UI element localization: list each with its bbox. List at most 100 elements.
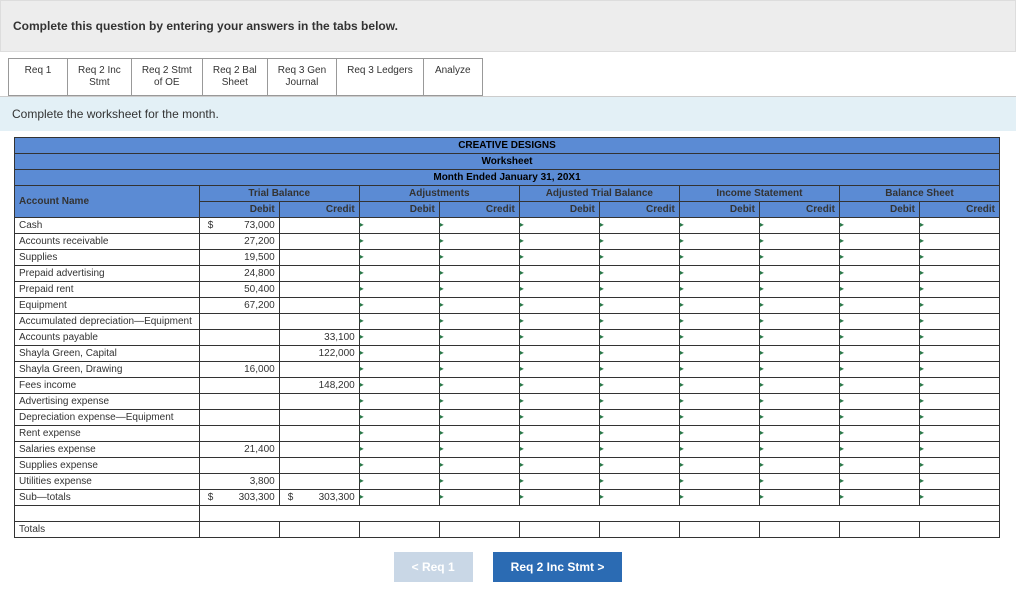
value-cell[interactable]: ▸ [519, 346, 599, 362]
value-cell[interactable]: ▸ [759, 266, 839, 282]
account-cell[interactable]: Prepaid advertising [15, 266, 200, 282]
prev-button[interactable]: < Req 1 [394, 552, 473, 582]
value-cell[interactable]: ▸ [439, 330, 519, 346]
value-cell[interactable]: ▸ [519, 250, 599, 266]
value-cell[interactable]: ▸ [359, 266, 439, 282]
value-cell[interactable]: ▸ [679, 458, 759, 474]
value-cell[interactable]: 148,200 [279, 378, 359, 394]
value-cell[interactable]: ▸ [599, 394, 679, 410]
value-cell[interactable]: ▸ [759, 394, 839, 410]
value-cell[interactable]: ▸ [599, 442, 679, 458]
tab-req-2-stmt-of-oe[interactable]: Req 2 Stmtof OE [131, 58, 203, 96]
value-cell[interactable]: ▸ [839, 394, 919, 410]
value-cell[interactable]: 50,400 [199, 282, 279, 298]
value-cell[interactable]: ▸ [679, 442, 759, 458]
value-cell[interactable]: ▸ [599, 410, 679, 426]
value-cell[interactable]: ▸ [359, 410, 439, 426]
value-cell[interactable]: ▸ [519, 330, 599, 346]
value-cell[interactable]: ▸ [919, 410, 999, 426]
value-cell[interactable]: ▸ [919, 218, 999, 234]
value-cell[interactable]: ▸ [599, 234, 679, 250]
value-cell[interactable]: ▸ [359, 282, 439, 298]
value-cell[interactable] [199, 410, 279, 426]
value-cell[interactable] [279, 394, 359, 410]
account-cell[interactable]: Equipment [15, 298, 200, 314]
value-cell[interactable] [279, 474, 359, 490]
value-cell[interactable]: ▸ [359, 474, 439, 490]
tab-req-3-gen-journal[interactable]: Req 3 GenJournal [267, 58, 337, 96]
value-cell[interactable]: ▸ [519, 266, 599, 282]
value-cell[interactable]: ▸ [759, 218, 839, 234]
value-cell[interactable]: ▸ [439, 394, 519, 410]
value-cell[interactable]: ▸ [679, 266, 759, 282]
value-cell[interactable]: ▸ [599, 330, 679, 346]
value-cell[interactable]: ▸ [919, 458, 999, 474]
value-cell[interactable]: ▸ [759, 346, 839, 362]
account-cell[interactable]: Rent expense [15, 426, 200, 442]
value-cell[interactable]: ▸ [439, 298, 519, 314]
value-cell[interactable]: 21,400 [199, 442, 279, 458]
value-cell[interactable]: ▸ [839, 266, 919, 282]
value-cell[interactable]: ▸ [359, 346, 439, 362]
value-cell[interactable] [279, 442, 359, 458]
value-cell[interactable]: $73,000 [199, 218, 279, 234]
value-cell[interactable]: ▸ [439, 490, 519, 506]
account-cell[interactable]: Shayla Green, Capital [15, 346, 200, 362]
account-cell[interactable]: Sub—totals [15, 490, 200, 506]
account-cell[interactable]: Shayla Green, Drawing [15, 362, 200, 378]
value-cell[interactable]: ▸ [919, 250, 999, 266]
value-cell[interactable]: ▸ [359, 218, 439, 234]
value-cell[interactable]: ▸ [519, 442, 599, 458]
value-cell[interactable]: ▸ [679, 378, 759, 394]
value-cell[interactable]: ▸ [839, 330, 919, 346]
value-cell[interactable] [199, 458, 279, 474]
value-cell[interactable]: 3,800 [199, 474, 279, 490]
value-cell[interactable] [199, 346, 279, 362]
value-cell[interactable]: 27,200 [199, 234, 279, 250]
value-cell[interactable]: ▸ [919, 474, 999, 490]
totals-label[interactable]: Totals [15, 522, 200, 538]
value-cell[interactable]: 19,500 [199, 250, 279, 266]
value-cell[interactable]: ▸ [839, 218, 919, 234]
tab-req-2-bal-sheet[interactable]: Req 2 BalSheet [202, 58, 268, 96]
value-cell[interactable] [279, 234, 359, 250]
value-cell[interactable]: ▸ [359, 426, 439, 442]
value-cell[interactable] [279, 218, 359, 234]
value-cell[interactable]: ▸ [759, 234, 839, 250]
value-cell[interactable]: ▸ [919, 394, 999, 410]
value-cell[interactable] [279, 266, 359, 282]
value-cell[interactable]: 67,200 [199, 298, 279, 314]
value-cell[interactable]: ▸ [679, 234, 759, 250]
value-cell[interactable]: ▸ [439, 362, 519, 378]
account-cell[interactable]: Salaries expense [15, 442, 200, 458]
value-cell[interactable]: ▸ [839, 314, 919, 330]
value-cell[interactable]: 24,800 [199, 266, 279, 282]
account-cell[interactable]: Accumulated depreciation—Equipment [15, 314, 200, 330]
value-cell[interactable] [279, 426, 359, 442]
value-cell[interactable]: ▸ [359, 330, 439, 346]
value-cell[interactable]: ▸ [359, 298, 439, 314]
value-cell[interactable]: ▸ [759, 442, 839, 458]
value-cell[interactable]: ▸ [359, 362, 439, 378]
value-cell[interactable]: 122,000 [279, 346, 359, 362]
value-cell[interactable]: ▸ [919, 362, 999, 378]
value-cell[interactable] [199, 378, 279, 394]
value-cell[interactable]: ▸ [359, 250, 439, 266]
value-cell[interactable]: ▸ [439, 474, 519, 490]
value-cell[interactable]: ▸ [679, 330, 759, 346]
value-cell[interactable]: ▸ [439, 282, 519, 298]
account-cell[interactable]: Fees income [15, 378, 200, 394]
value-cell[interactable]: ▸ [599, 282, 679, 298]
value-cell[interactable]: ▸ [919, 298, 999, 314]
value-cell[interactable] [199, 394, 279, 410]
account-cell[interactable]: Accounts receivable [15, 234, 200, 250]
value-cell[interactable]: ▸ [519, 410, 599, 426]
value-cell[interactable]: ▸ [519, 362, 599, 378]
value-cell[interactable]: ▸ [839, 362, 919, 378]
value-cell[interactable]: ▸ [439, 234, 519, 250]
value-cell[interactable]: 33,100 [279, 330, 359, 346]
account-cell[interactable]: Cash [15, 218, 200, 234]
value-cell[interactable]: $303,300 [199, 490, 279, 506]
value-cell[interactable]: ▸ [919, 346, 999, 362]
value-cell[interactable]: ▸ [679, 362, 759, 378]
